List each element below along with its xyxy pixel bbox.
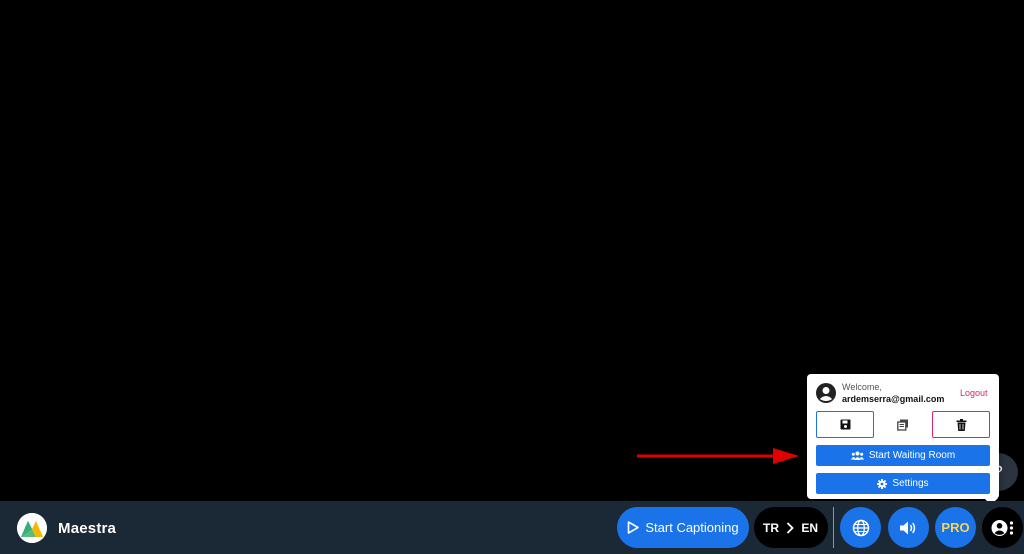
start-waiting-room-label: Start Waiting Room (868, 450, 956, 461)
pro-label: PRO (941, 520, 970, 535)
bottom-toolbar: Maestra Start Captioning TR EN PRO (0, 501, 1024, 554)
settings-button[interactable]: Settings (816, 473, 990, 494)
target-language: EN (801, 520, 818, 535)
copy-button[interactable] (874, 411, 932, 438)
settings-label: Settings (892, 478, 929, 489)
chevron-right-icon (787, 521, 794, 534)
gear-icon (877, 478, 888, 489)
user-popup: Welcome, ardemserra@gmail.com Logout Sta… (807, 374, 999, 505)
users-icon (850, 451, 864, 460)
speaker-icon (900, 521, 916, 534)
globe-button[interactable] (840, 507, 881, 548)
pro-button[interactable]: PRO (935, 507, 976, 548)
language-selector[interactable]: TR EN (754, 507, 828, 548)
maestra-logo (17, 513, 47, 543)
save-button[interactable] (816, 411, 874, 438)
copy-icon (897, 419, 908, 431)
start-captioning-label: Start Captioning (645, 520, 739, 535)
user-menu-icon (991, 519, 1013, 536)
avatar-icon (816, 383, 836, 403)
red-arrow-annotation (637, 448, 799, 464)
globe-icon (852, 519, 869, 536)
welcome-text: Welcome, (842, 382, 882, 392)
source-language: TR (763, 520, 779, 535)
app-name: Maestra (58, 520, 117, 537)
save-icon (840, 419, 850, 430)
start-captioning-button[interactable]: Start Captioning (617, 507, 749, 548)
logout-link[interactable]: Logout (960, 388, 988, 398)
user-email: ardemserra@gmail.com (842, 394, 945, 404)
start-waiting-room-button[interactable]: Start Waiting Room (816, 445, 990, 466)
user-menu-button[interactable] (982, 507, 1023, 548)
delete-button[interactable] (932, 411, 990, 438)
toolbar-divider (833, 507, 834, 548)
audio-button[interactable] (888, 507, 929, 548)
trash-icon (956, 418, 966, 431)
play-icon (628, 521, 640, 534)
